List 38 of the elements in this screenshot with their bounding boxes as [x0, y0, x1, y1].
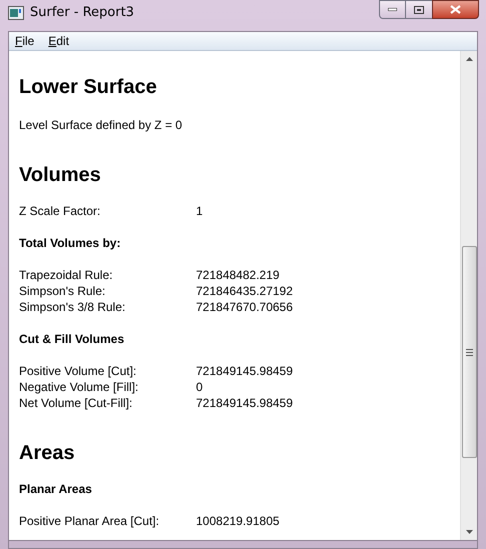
- report-subheading: Cut & Fill Volumes: [19, 331, 126, 347]
- field-value: 1: [196, 203, 203, 219]
- report-subheading: Planar Areas: [19, 481, 93, 497]
- close-icon: [450, 5, 461, 14]
- field-label: Positive Volume [Cut]:: [19, 363, 138, 379]
- section-heading: Lower Surface: [19, 75, 158, 99]
- field-value: 721849145.98459: [196, 395, 293, 411]
- minimize-button[interactable]: [379, 0, 406, 19]
- field-value: 721846435.27192: [196, 283, 293, 299]
- minimize-icon: [388, 8, 397, 11]
- scroll-up-icon[interactable]: [466, 57, 472, 61]
- field-value: 0: [196, 379, 203, 395]
- grip-icon: [466, 348, 472, 356]
- close-button[interactable]: [432, 0, 479, 19]
- scroll-down-icon[interactable]: [466, 530, 472, 534]
- field-value: 1008219.91805: [196, 513, 280, 529]
- menu-item[interactable]: Edit: [48, 33, 70, 49]
- section-heading: Volumes: [19, 163, 102, 187]
- maximize-button[interactable]: [406, 0, 432, 19]
- field-label: Simpson's 3/8 Rule:: [19, 299, 126, 315]
- window-title: Surfer - Report3: [30, 4, 134, 22]
- field-label: Positive Planar Area [Cut]:: [19, 513, 160, 529]
- section-heading: Areas: [19, 441, 76, 465]
- field-value: 721848482.219: [196, 267, 280, 283]
- field-label: Net Volume [Cut-Fill]:: [19, 395, 134, 411]
- field-label: Simpson's Rule:: [19, 283, 106, 299]
- app-icon: [8, 6, 24, 20]
- maximize-icon: [414, 6, 424, 14]
- field-label: Trapezoidal Rule:: [19, 267, 114, 283]
- field-value: 721847670.70656: [196, 299, 293, 315]
- field-value: 721849145.98459: [196, 363, 293, 379]
- menu-item[interactable]: File: [15, 33, 34, 49]
- field-label: Z Scale Factor:: [19, 203, 102, 219]
- report-text: Level Surface defined by Z = 0: [19, 117, 184, 133]
- scrollbar-thumb[interactable]: [462, 246, 476, 458]
- field-label: Negative Volume [Fill]:: [19, 379, 140, 395]
- report-subheading: Total Volumes by:: [19, 235, 122, 251]
- vertical-scrollbar[interactable]: [460, 51, 477, 540]
